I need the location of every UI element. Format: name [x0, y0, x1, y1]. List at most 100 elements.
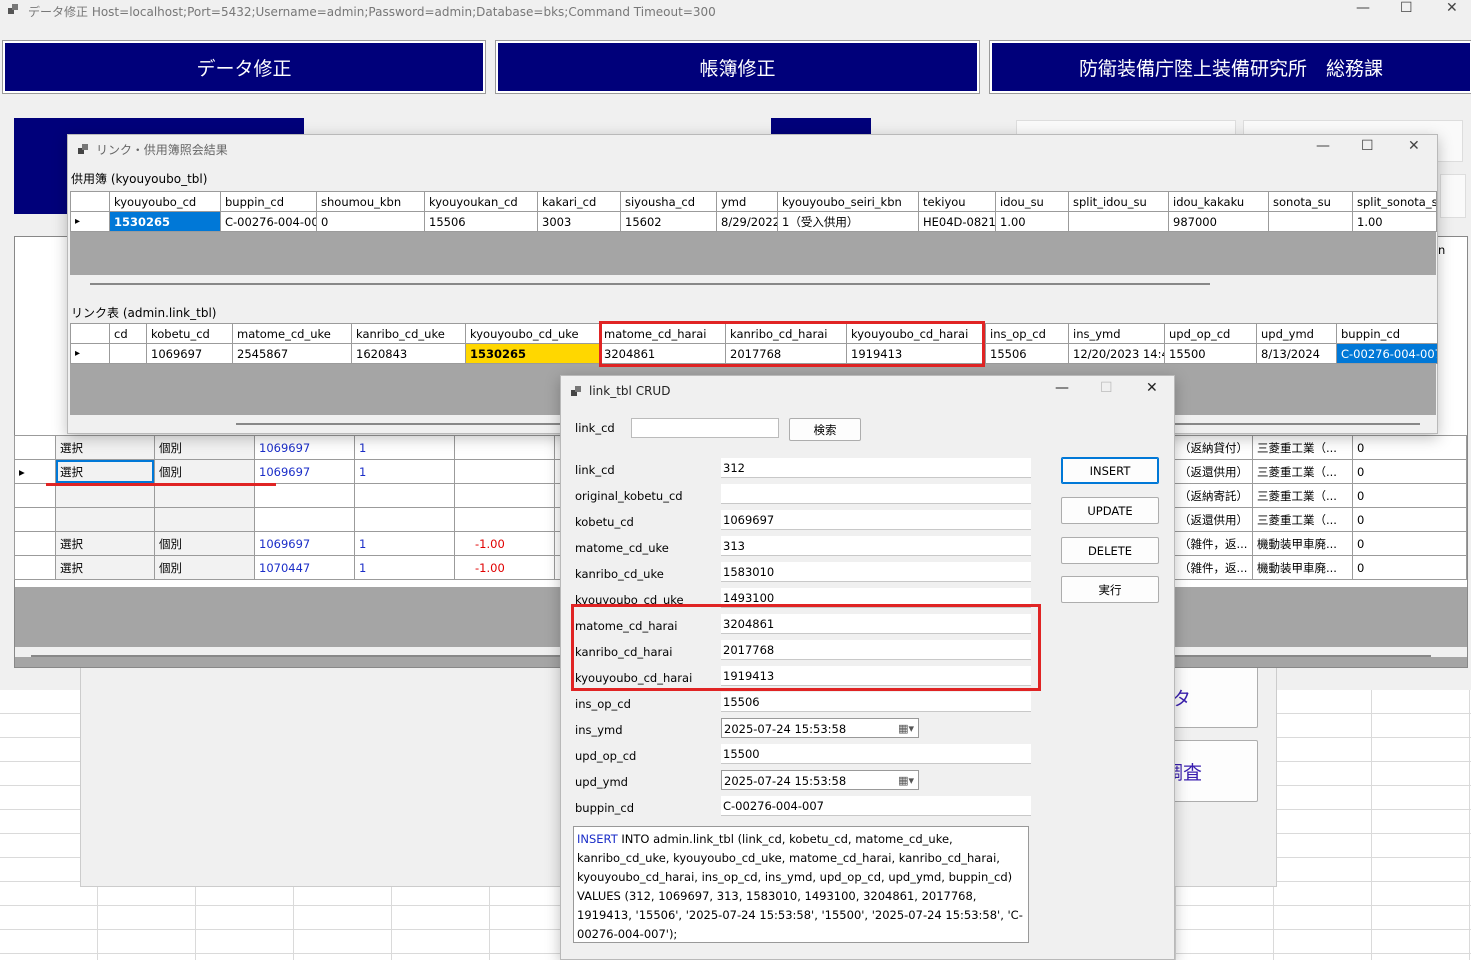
- table-cell[interactable]: 987000: [1168, 211, 1269, 232]
- maximize-icon[interactable]: ☐: [1400, 0, 1413, 16]
- grid-cell-kobetu[interactable]: [154, 507, 255, 532]
- delete-button[interactable]: DELETE: [1061, 537, 1159, 564]
- column-header[interactable]: matome_cd_uke: [232, 323, 352, 344]
- sql-preview-textarea[interactable]: INSERT INTO admin.link_tbl (link_cd, kob…: [573, 826, 1029, 943]
- column-header[interactable]: siyousha_cd: [620, 191, 717, 212]
- field-input-kobetu-cd[interactable]: 1069697: [721, 510, 1031, 530]
- column-header[interactable]: idou_su: [995, 191, 1069, 212]
- grid-cell-kobetu[interactable]: 個別: [154, 435, 255, 460]
- field-input-buppin-cd[interactable]: C-00276-004-007: [721, 796, 1031, 816]
- column-header[interactable]: split_sonota_su: [1352, 191, 1437, 212]
- table-cell[interactable]: 8/13/2024: [1256, 343, 1337, 364]
- table-cell[interactable]: 15500: [1164, 343, 1257, 364]
- column-header[interactable]: buppin_cd: [220, 191, 317, 212]
- minimize-icon[interactable]: —: [1316, 138, 1330, 154]
- column-header[interactable]: shoumou_kbn: [316, 191, 425, 212]
- column-header[interactable]: tekiyou: [918, 191, 996, 212]
- table-cell[interactable]: 1.00: [995, 211, 1069, 232]
- table-cell[interactable]: C-00276-004-007: [220, 211, 317, 232]
- grid-cell-kobetu[interactable]: 個別: [154, 531, 255, 556]
- field-label-upd-op-cd: upd_op_cd: [575, 749, 637, 763]
- table-cell[interactable]: C-00276-004-007: [1336, 343, 1438, 364]
- table-cell[interactable]: 15602: [620, 211, 717, 232]
- close-icon[interactable]: ✕: [1146, 380, 1158, 396]
- table-cell[interactable]: [109, 343, 147, 364]
- search-button[interactable]: 検索: [789, 418, 861, 441]
- column-header[interactable]: kyouyoubo_cd_uke: [465, 323, 600, 344]
- column-header[interactable]: kanribo_cd_uke: [351, 323, 466, 344]
- field-input-upd-ymd[interactable]: 2025-07-24 15:53:58 ▦▾: [721, 770, 919, 790]
- grid-cell: [14, 531, 56, 556]
- grid-cell: [14, 555, 56, 580]
- field-label-ins-op-cd: ins_op_cd: [575, 697, 631, 711]
- table-cell[interactable]: 1530265: [109, 211, 221, 232]
- field-input-ins-op-cd[interactable]: 15506: [721, 692, 1031, 712]
- column-header[interactable]: upd_ymd: [1256, 323, 1337, 344]
- table-cell[interactable]: [1268, 211, 1353, 232]
- column-header[interactable]: ymd: [716, 191, 778, 212]
- grid-cell-sel[interactable]: 選択: [55, 555, 155, 580]
- row-selector[interactable]: ▸: [70, 343, 110, 364]
- column-header[interactable]: kyouyoubo_seiri_kbn: [777, 191, 919, 212]
- field-input-ins-ymd[interactable]: 2025-07-24 15:53:58 ▦▾: [721, 718, 919, 738]
- search-input[interactable]: [631, 418, 779, 438]
- table-cell[interactable]: 1530265: [465, 343, 600, 364]
- column-header[interactable]: kyouyoukan_cd: [424, 191, 538, 212]
- column-header[interactable]: kyouyoubo_cd: [109, 191, 221, 212]
- ledger-edit-button[interactable]: 帳簿修正: [495, 40, 980, 94]
- column-header[interactable]: upd_op_cd: [1164, 323, 1257, 344]
- grid-cell-sel[interactable]: 選択: [55, 459, 155, 484]
- grid-cell-sel[interactable]: [55, 483, 155, 508]
- column-header[interactable]: ins_ymd: [1068, 323, 1165, 344]
- calendar-dropdown-icon[interactable]: ▦▾: [898, 771, 914, 791]
- kyouyoubo-scrollbar[interactable]: [90, 283, 1210, 285]
- grid-cell-sel[interactable]: [55, 507, 155, 532]
- grid-cell: [14, 435, 56, 460]
- column-header[interactable]: sonota_su: [1268, 191, 1353, 212]
- minimize-icon[interactable]: —: [1356, 0, 1370, 16]
- kyouyoubo-table[interactable]: kyouyoubo_cd buppin_cd shoumou_kbn kyouyouk…: [70, 191, 1437, 232]
- column-header[interactable]: ins_op_cd: [985, 323, 1069, 344]
- crud-title: link_tbl CRUD: [589, 384, 671, 398]
- table-cell[interactable]: 1.00: [1352, 211, 1437, 232]
- table-cell[interactable]: 1069697: [146, 343, 233, 364]
- field-input-original-kobetu-cd[interactable]: [721, 484, 1031, 504]
- column-header[interactable]: cd: [109, 323, 147, 344]
- field-input-matome-cd-uke[interactable]: 313: [721, 536, 1031, 556]
- field-input-kanribo-cd-uke[interactable]: 1583010: [721, 562, 1031, 582]
- column-header[interactable]: kobetu_cd: [146, 323, 233, 344]
- table-cell[interactable]: 12/20/2023 14:47: [1068, 343, 1165, 364]
- table-cell[interactable]: 15506: [424, 211, 538, 232]
- table-cell[interactable]: [1068, 211, 1169, 232]
- table-cell[interactable]: 1620843: [351, 343, 466, 364]
- column-header[interactable]: split_idou_su: [1068, 191, 1169, 212]
- close-icon[interactable]: ✕: [1408, 138, 1420, 154]
- calendar-dropdown-icon[interactable]: ▦▾: [898, 719, 914, 739]
- field-input-upd-op-cd[interactable]: 15500: [721, 744, 1031, 764]
- column-header[interactable]: kakari_cd: [537, 191, 621, 212]
- table-cell[interactable]: 3003: [537, 211, 621, 232]
- grid-cell-sel[interactable]: 選択: [55, 531, 155, 556]
- row-selector[interactable]: ▸: [70, 211, 110, 232]
- update-button[interactable]: UPDATE: [1061, 497, 1159, 524]
- column-header[interactable]: idou_kakaku: [1168, 191, 1269, 212]
- maximize-icon[interactable]: ☐: [1361, 138, 1374, 154]
- close-icon[interactable]: ✕: [1446, 0, 1458, 16]
- column-header[interactable]: buppin_cd: [1336, 323, 1438, 344]
- grid-cell-kobetu[interactable]: 個別: [154, 555, 255, 580]
- bg-button-c[interactable]: [1440, 174, 1466, 218]
- execute-button[interactable]: 実行: [1061, 576, 1159, 603]
- grid-cell-kobetu[interactable]: [154, 483, 255, 508]
- insert-button[interactable]: INSERT: [1061, 457, 1159, 484]
- field-input-link-cd[interactable]: 312: [721, 458, 1031, 478]
- table-cell[interactable]: 15506: [985, 343, 1069, 364]
- table-cell[interactable]: HE04D-08219: [918, 211, 996, 232]
- grid-cell-sel[interactable]: 選択: [55, 435, 155, 460]
- minimize-icon[interactable]: —: [1055, 380, 1069, 396]
- data-edit-button[interactable]: データ修正: [2, 40, 486, 94]
- table-cell[interactable]: 8/29/2022: [716, 211, 778, 232]
- grid-cell-kobetu[interactable]: 個別: [154, 459, 255, 484]
- table-cell[interactable]: 2545867: [232, 343, 352, 364]
- table-cell[interactable]: 0: [316, 211, 425, 232]
- table-cell[interactable]: 1（受入供用）: [777, 211, 919, 232]
